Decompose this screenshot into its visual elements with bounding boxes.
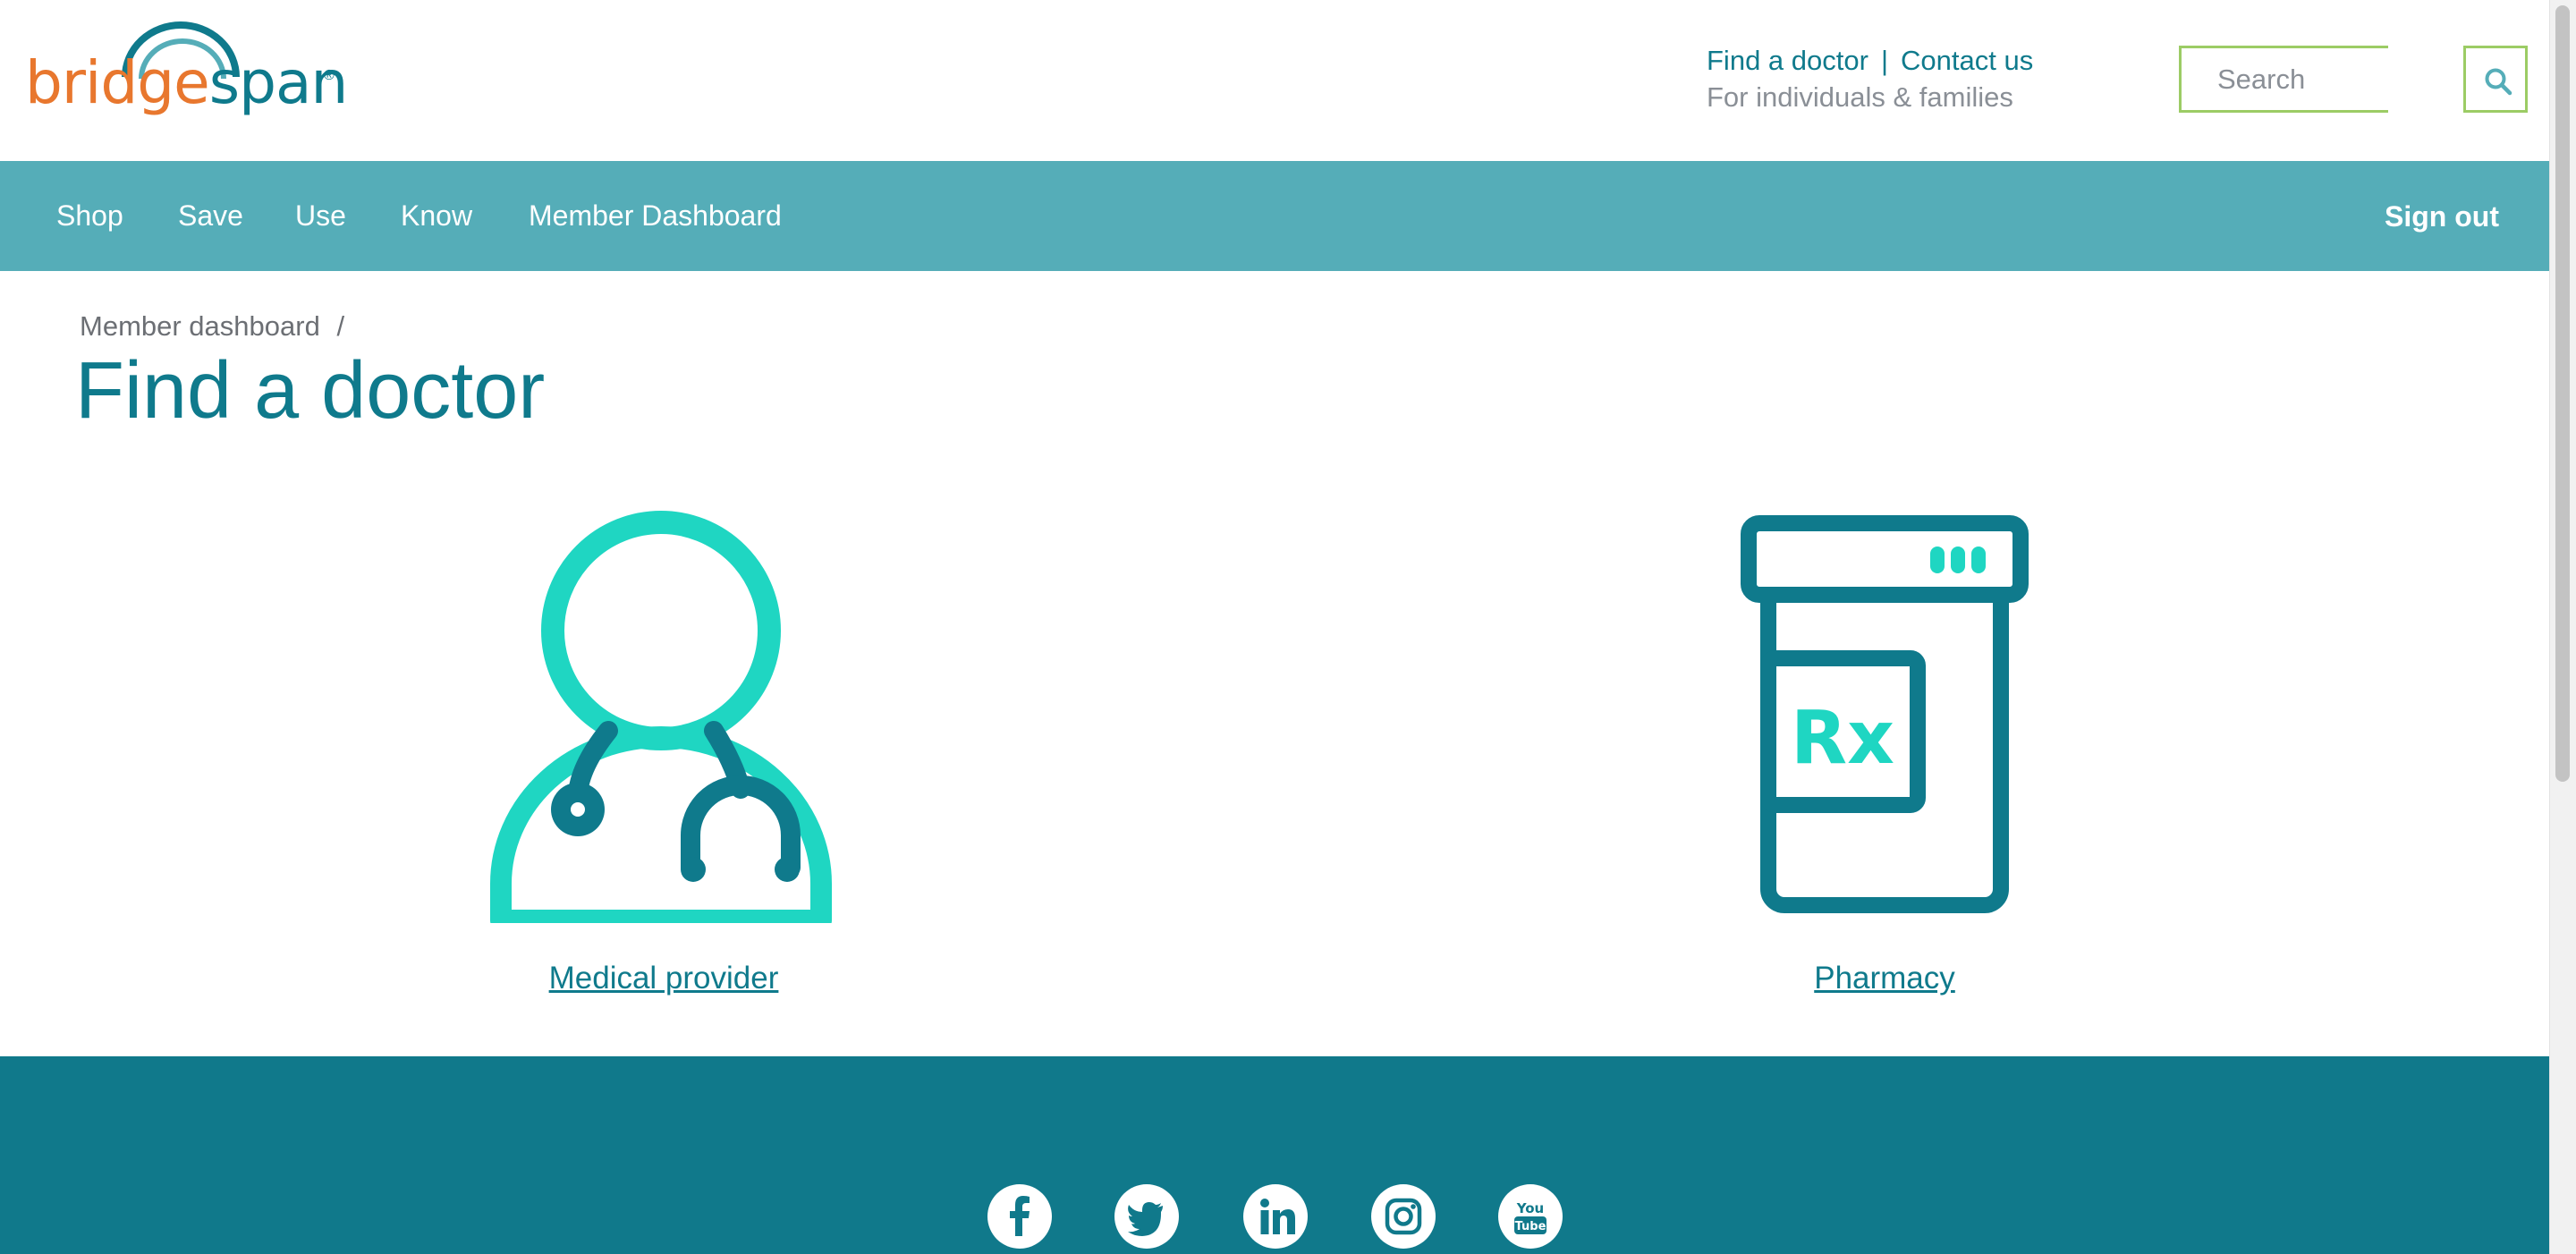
search-input[interactable] [2182, 48, 2388, 110]
nav-item-know[interactable]: Know [401, 199, 472, 233]
utility-links: Find a doctor | Contact us [1707, 45, 2033, 77]
medical-provider-card[interactable] [490, 506, 834, 931]
youtube-button[interactable]: You Tube [1498, 1184, 1563, 1249]
nav-item-save[interactable]: Save [178, 199, 243, 233]
search-field[interactable] [2179, 46, 2388, 113]
pharmacy-link[interactable]: Pharmacy [1814, 961, 1955, 996]
instagram-button[interactable] [1371, 1184, 1436, 1249]
doctor-icon [490, 511, 832, 931]
page-title: Find a doctor [75, 346, 546, 436]
nav-item-member-dashboard[interactable]: Member Dashboard [529, 199, 782, 233]
nav-item-use[interactable]: Use [295, 199, 346, 233]
svg-text:You: You [1516, 1200, 1544, 1216]
link-separator: | [1880, 45, 1888, 76]
pill-bottle-icon: Rx [1741, 515, 2029, 913]
logo-wordmark: bridgespan [25, 54, 348, 113]
main-nav: Shop Save Use Know Member Dashboard Sign… [0, 161, 2549, 271]
bridgespan-logo[interactable]: bridgespan ® [25, 13, 348, 120]
instagram-icon [1385, 1198, 1422, 1235]
linkedin-icon [1260, 1199, 1295, 1234]
twitter-icon [1128, 1202, 1163, 1236]
twitter-button[interactable] [1114, 1184, 1179, 1249]
sign-out-link[interactable]: Sign out [2385, 200, 2499, 233]
nav-item-shop[interactable]: Shop [56, 199, 123, 233]
audience-label: For individuals & families [1707, 81, 2013, 113]
facebook-button[interactable] [987, 1184, 1052, 1249]
search-button[interactable] [2463, 46, 2528, 113]
pharmacy-card[interactable]: Rx [1741, 515, 2029, 920]
logo-bridge: bridge [25, 48, 210, 117]
facebook-icon [1010, 1196, 1030, 1236]
logo-registered: ® [324, 68, 335, 83]
contact-us-link[interactable]: Contact us [1901, 45, 2033, 76]
scrollbar-thumb[interactable] [2555, 5, 2570, 782]
site-header: bridgespan ® Find a doctor | Contact us Fo… [0, 0, 2549, 161]
svg-text:Tube: Tube [1515, 1220, 1546, 1233]
linkedin-button[interactable] [1243, 1184, 1308, 1249]
youtube-icon: You Tube [1514, 1200, 1546, 1234]
site-footer: You Tube [0, 1056, 2549, 1254]
breadcrumb-separator: / [336, 310, 345, 342]
find-doctor-link[interactable]: Find a doctor [1707, 45, 1868, 76]
search-icon [2485, 68, 2512, 96]
medical-provider-link[interactable]: Medical provider [549, 961, 779, 996]
breadcrumb: Member dashboard / [80, 310, 344, 343]
rx-label: Rx [1791, 696, 1894, 781]
breadcrumb-member-dashboard[interactable]: Member dashboard [80, 310, 320, 342]
